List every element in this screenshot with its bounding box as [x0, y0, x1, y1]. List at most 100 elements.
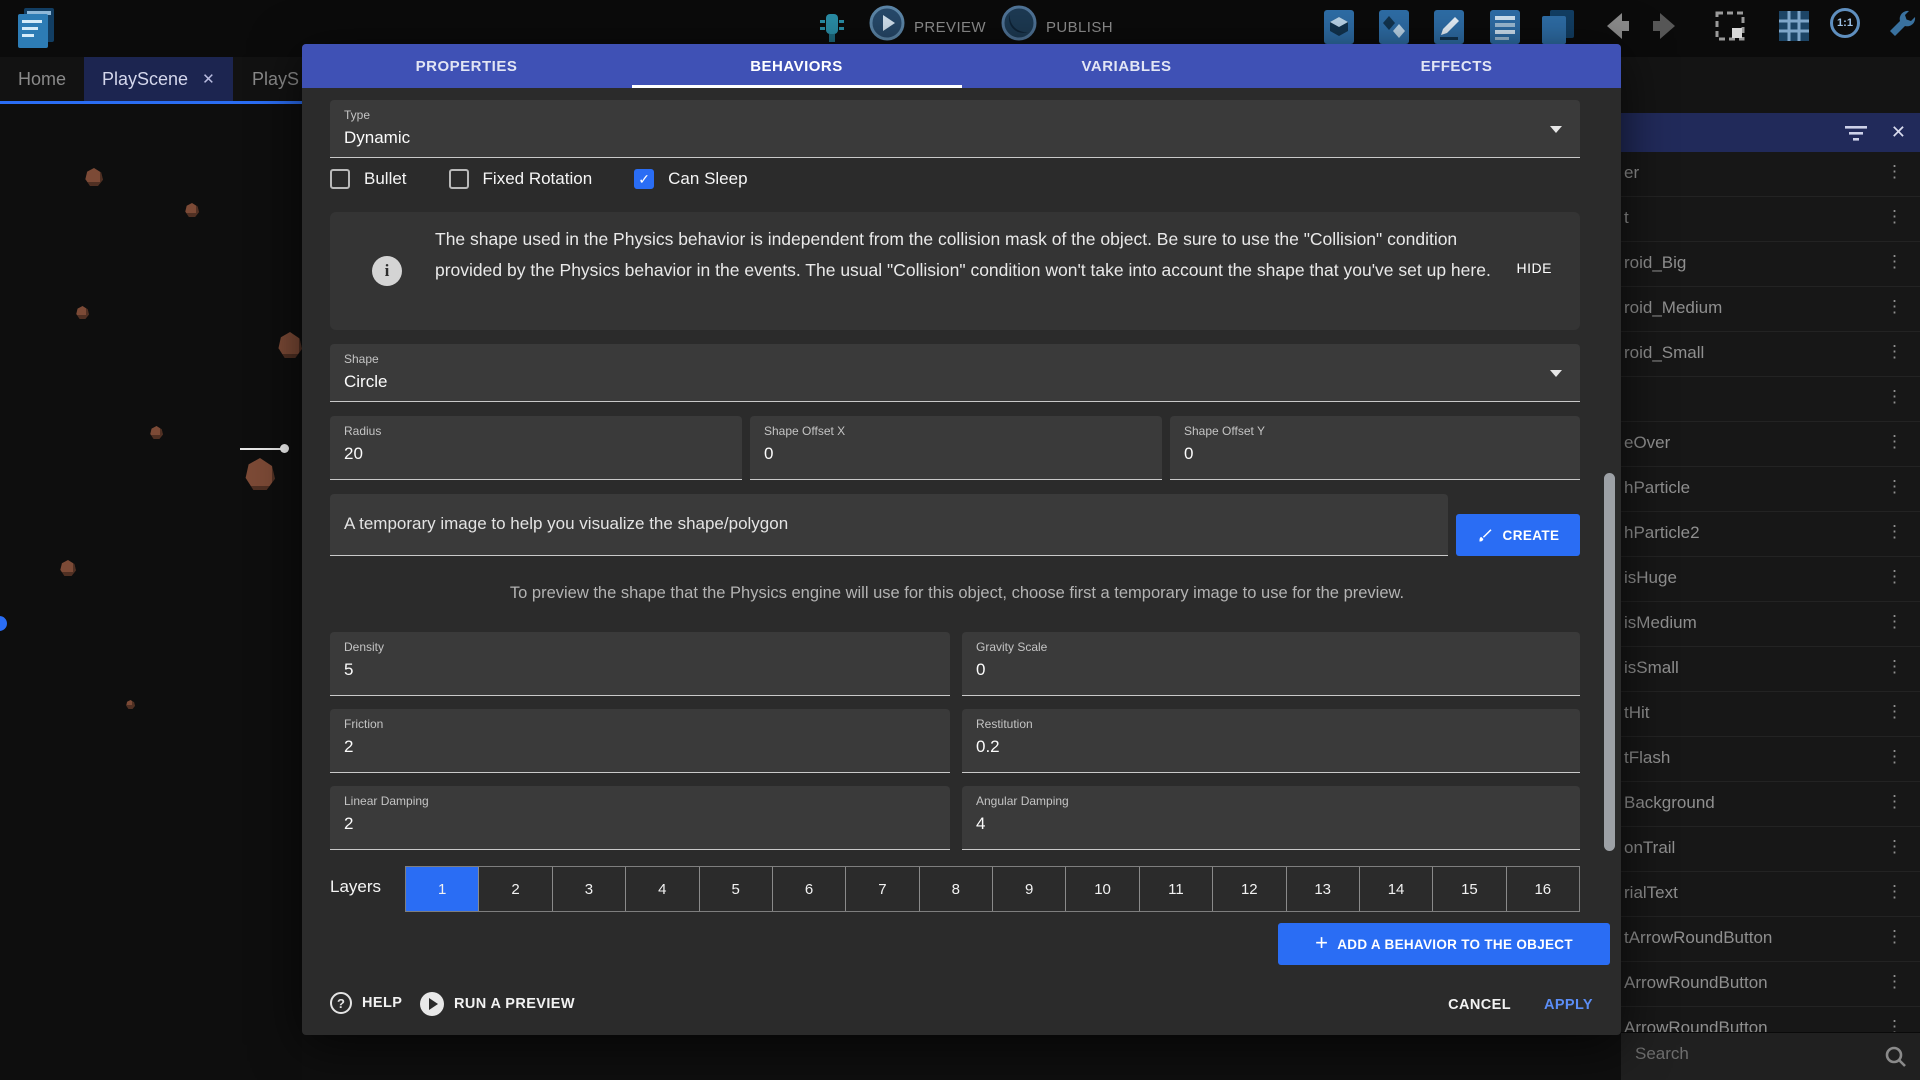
- dialog-scrollbar[interactable]: [1604, 473, 1615, 851]
- tab-effects[interactable]: EFFECTS: [1292, 44, 1621, 88]
- can-sleep-checkbox[interactable]: ✓ Can Sleep: [634, 169, 747, 189]
- layer-cell-9[interactable]: 9: [992, 867, 1065, 911]
- type-select[interactable]: Type Dynamic: [330, 100, 1580, 158]
- add-behavior-button[interactable]: + ADD A BEHAVIOR TO THE OBJECT: [1278, 923, 1610, 965]
- more-options-icon[interactable]: ⋮: [1886, 432, 1904, 452]
- selection-marquee-icon[interactable]: [1712, 8, 1748, 44]
- layer-cell-2[interactable]: 2: [478, 867, 551, 911]
- tab-behaviors[interactable]: BEHAVIORS: [632, 44, 961, 88]
- more-options-icon[interactable]: ⋮: [1886, 252, 1904, 272]
- run-preview-button[interactable]: RUN A PREVIEW: [420, 992, 575, 1016]
- cancel-button[interactable]: CANCEL: [1448, 997, 1511, 1013]
- add-instance-icon[interactable]: [1375, 8, 1413, 46]
- object-list-item[interactable]: roid_Medium⋮: [1621, 287, 1920, 332]
- shape-select[interactable]: Shape Circle: [330, 344, 1580, 402]
- layer-cell-7[interactable]: 7: [845, 867, 918, 911]
- tab-home[interactable]: Home: [0, 57, 84, 101]
- gravity-scale-field[interactable]: Gravity Scale 0: [962, 632, 1580, 696]
- layer-cell-15[interactable]: 15: [1432, 867, 1505, 911]
- zoom-actual-icon[interactable]: 1:1: [1830, 8, 1866, 44]
- redo-icon[interactable]: [1648, 8, 1684, 44]
- asteroid-sprite[interactable]: [278, 332, 302, 358]
- more-options-icon[interactable]: ⋮: [1886, 702, 1904, 722]
- object-list-item[interactable]: tHit⋮: [1621, 692, 1920, 737]
- more-options-icon[interactable]: ⋮: [1886, 927, 1904, 947]
- object-list-item[interactable]: t⋮: [1621, 197, 1920, 242]
- more-options-icon[interactable]: ⋮: [1886, 882, 1904, 902]
- more-options-icon[interactable]: ⋮: [1886, 747, 1904, 767]
- more-options-icon[interactable]: ⋮: [1886, 162, 1904, 182]
- edit-pencil-icon[interactable]: [1430, 8, 1468, 46]
- wrench-icon[interactable]: [1884, 8, 1920, 44]
- angular-damping-field[interactable]: Angular Damping 4: [962, 786, 1580, 850]
- object-list-item[interactable]: isMedium⋮: [1621, 602, 1920, 647]
- apply-button[interactable]: APPLY: [1544, 997, 1593, 1013]
- checkbox-box-checked[interactable]: ✓: [634, 169, 654, 189]
- object-list-item[interactable]: isHuge⋮: [1621, 557, 1920, 602]
- tab-playscene[interactable]: PlayScene ✕: [84, 57, 233, 101]
- object-list-item[interactable]: rialText⋮: [1621, 872, 1920, 917]
- asteroid-sprite[interactable]: [76, 306, 89, 319]
- layer-cell-5[interactable]: 5: [699, 867, 772, 911]
- object-list-item[interactable]: ArrowRoundButton⋮: [1621, 1007, 1920, 1032]
- tab-playscene-events[interactable]: PlayS: [246, 57, 305, 101]
- more-options-icon[interactable]: ⋮: [1886, 1017, 1904, 1032]
- more-options-icon[interactable]: ⋮: [1886, 297, 1904, 317]
- more-options-icon[interactable]: ⋮: [1886, 612, 1904, 632]
- density-field[interactable]: Density 5: [330, 632, 950, 696]
- object-list-item[interactable]: eOver⋮: [1621, 422, 1920, 467]
- undo-icon[interactable]: [1598, 8, 1634, 44]
- layer-cell-12[interactable]: 12: [1212, 867, 1285, 911]
- layer-cell-11[interactable]: 11: [1139, 867, 1212, 911]
- shape-offset-y-field[interactable]: Shape Offset Y 0: [1170, 416, 1580, 480]
- scene-canvas[interactable]: 2306;303: [0, 104, 302, 1080]
- bullet-checkbox[interactable]: Bullet: [330, 169, 407, 189]
- layer-cell-4[interactable]: 4: [625, 867, 698, 911]
- instances-list-icon[interactable]: [1538, 8, 1576, 46]
- layer-cell-8[interactable]: 8: [919, 867, 992, 911]
- layer-cell-10[interactable]: 10: [1065, 867, 1138, 911]
- more-options-icon[interactable]: ⋮: [1886, 477, 1904, 497]
- project-manager-icon[interactable]: [14, 5, 60, 51]
- add-object-icon[interactable]: [1320, 8, 1358, 46]
- publish-button[interactable]: PUBLISH: [1046, 19, 1113, 36]
- radius-field[interactable]: Radius 20: [330, 416, 742, 480]
- create-button[interactable]: CREATE: [1456, 514, 1580, 556]
- layer-cell-16[interactable]: 16: [1506, 867, 1579, 911]
- checkbox-box[interactable]: [449, 169, 469, 189]
- object-list-item[interactable]: hParticle⋮: [1621, 467, 1920, 512]
- object-list-item[interactable]: er⋮: [1621, 152, 1920, 197]
- grid-icon[interactable]: [1776, 8, 1812, 44]
- selection-marker-dot[interactable]: [280, 444, 289, 453]
- instance-handle-dot[interactable]: [0, 616, 7, 631]
- layer-cell-13[interactable]: 13: [1286, 867, 1359, 911]
- hide-button[interactable]: HIDE: [1517, 260, 1552, 276]
- more-options-icon[interactable]: ⋮: [1886, 567, 1904, 587]
- debug-icon[interactable]: [812, 8, 852, 48]
- close-tab-icon[interactable]: ✕: [202, 70, 215, 88]
- more-options-icon[interactable]: ⋮: [1886, 342, 1904, 362]
- help-button[interactable]: ? HELP: [330, 992, 402, 1014]
- asteroid-sprite[interactable]: [85, 168, 103, 186]
- asteroid-sprite-selected[interactable]: [245, 458, 275, 490]
- close-panel-icon[interactable]: ✕: [1891, 122, 1906, 143]
- publish-icon[interactable]: [1000, 4, 1038, 42]
- asteroid-sprite[interactable]: [60, 560, 76, 576]
- checkbox-box[interactable]: [330, 169, 350, 189]
- object-list-item[interactable]: ⋮: [1621, 377, 1920, 422]
- object-list-item[interactable]: roid_Small⋮: [1621, 332, 1920, 377]
- filter-icon[interactable]: [1844, 124, 1868, 142]
- asteroid-sprite[interactable]: [185, 203, 199, 217]
- more-options-icon[interactable]: ⋮: [1886, 657, 1904, 677]
- asteroid-sprite[interactable]: [150, 426, 163, 439]
- preview-button[interactable]: PREVIEW: [914, 19, 986, 36]
- object-list-item[interactable]: onTrail⋮: [1621, 827, 1920, 872]
- asteroid-sprite[interactable]: [126, 700, 135, 709]
- preview-icon[interactable]: [868, 4, 906, 42]
- object-list-item[interactable]: tFlash⋮: [1621, 737, 1920, 782]
- object-list-item[interactable]: tArrowRoundButton⋮: [1621, 917, 1920, 962]
- more-options-icon[interactable]: ⋮: [1886, 837, 1904, 857]
- fixed-rotation-checkbox[interactable]: Fixed Rotation: [449, 169, 593, 189]
- tab-variables[interactable]: VARIABLES: [962, 44, 1291, 88]
- object-list-item[interactable]: Background⋮: [1621, 782, 1920, 827]
